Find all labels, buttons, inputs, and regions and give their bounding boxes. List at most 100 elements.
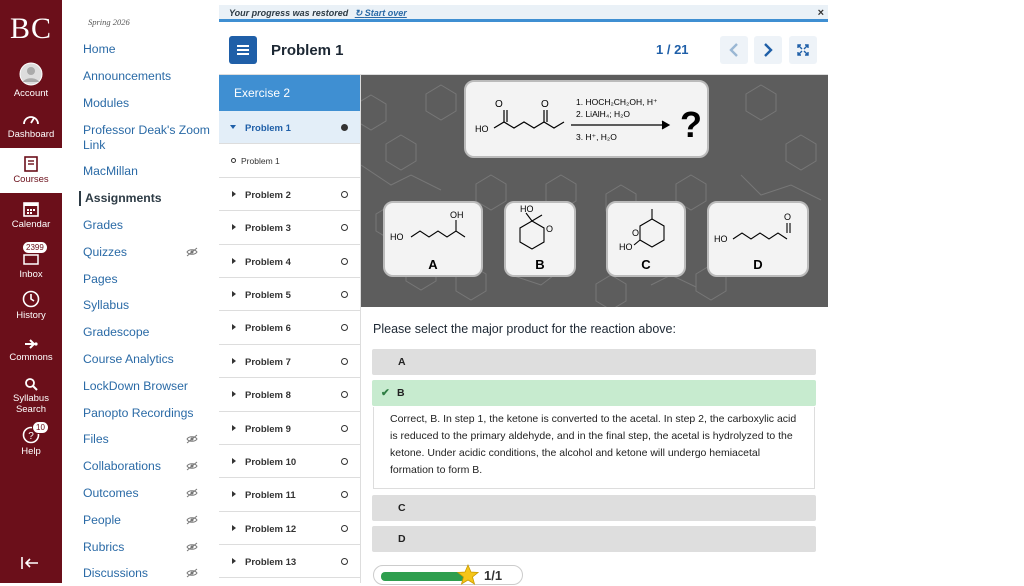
course-nav-outcomes[interactable]: Outcomes — [83, 486, 218, 501]
hidden-eye-icon — [186, 246, 198, 261]
problem-item[interactable]: Problem 3 — [219, 211, 360, 245]
hidden-eye-icon — [186, 487, 198, 502]
problem-item[interactable]: Problem 1 — [219, 111, 360, 145]
expand-triangle-icon — [232, 290, 236, 297]
choice-letter-c: C — [641, 257, 651, 272]
course-nav-pages[interactable]: Pages — [83, 272, 218, 287]
dashboard-icon — [23, 116, 39, 125]
global-nav-inbox[interactable]: 2399 Inbox — [0, 238, 62, 283]
collapse-nav-button[interactable] — [20, 556, 40, 575]
score-progress-bar — [381, 572, 465, 581]
problem-label: Problem 9 — [245, 423, 291, 435]
label-ho: HO — [520, 204, 534, 214]
global-nav-account[interactable]: Account — [0, 58, 62, 103]
next-button[interactable] — [754, 36, 782, 64]
status-circle-icon — [341, 357, 348, 365]
course-nav-modules[interactable]: Modules — [83, 96, 218, 111]
ketone-o-label: O — [541, 99, 549, 110]
course-nav-discussions[interactable]: Discussions — [83, 566, 218, 581]
answer-option-c[interactable]: C — [372, 495, 816, 521]
global-nav-history[interactable]: History — [0, 283, 62, 328]
course-nav-grades[interactable]: Grades — [83, 218, 218, 233]
chevron-right-icon — [764, 43, 773, 57]
course-nav-gradescope[interactable]: Gradescope — [83, 325, 218, 340]
global-nav-label: Help — [21, 446, 41, 457]
problem-sub-item[interactable]: Problem 1 — [219, 144, 360, 178]
status-circle-icon — [341, 391, 348, 399]
course-nav-label: LockDown Browser — [83, 379, 188, 393]
problem-item[interactable]: Problem 13 — [219, 545, 360, 579]
label-oh: OH — [450, 210, 464, 220]
choice-letter-b: B — [535, 257, 545, 272]
step3-text: 3. H⁺, H₂O — [576, 132, 617, 142]
choice-card-d: HO O D — [707, 201, 809, 277]
course-nav-label: Professor Deak's Zoom Link — [83, 123, 210, 152]
global-nav-label: Courses — [13, 174, 49, 185]
menu-button[interactable] — [229, 36, 257, 64]
answer-option-b[interactable]: ✔ B — [372, 380, 816, 406]
score-indicator: 1/1 — [373, 564, 523, 585]
global-nav-help[interactable]: 10 ? Help — [0, 419, 62, 464]
start-over-link[interactable]: ↻ Start over — [355, 8, 407, 18]
global-nav-dashboard[interactable]: Dashboard — [0, 103, 62, 148]
exercise-header[interactable]: Exercise 2 — [219, 75, 360, 111]
problem-item[interactable]: Problem 6 — [219, 311, 360, 345]
problem-label: Problem 1 — [245, 123, 291, 134]
problem-item[interactable]: Problem 5 — [219, 278, 360, 312]
course-nav-announcements[interactable]: Announcements — [83, 69, 218, 84]
course-nav-label: Panopto Recordings — [83, 406, 194, 420]
course-nav-panopto-recordings[interactable]: Panopto Recordings — [83, 406, 218, 421]
course-nav-professor-deak-s-zoom-link[interactable]: Professor Deak's Zoom Link — [83, 123, 218, 153]
courses-icon — [24, 156, 38, 172]
global-nav-syllabus-search[interactable]: Syllabus Search — [0, 373, 62, 419]
course-nav-label: Discussions — [83, 566, 149, 580]
course-nav-label: Collaborations — [83, 459, 161, 473]
problem-item[interactable]: Problem 2 — [219, 178, 360, 212]
course-nav-course-analytics[interactable]: Course Analytics — [83, 352, 218, 367]
global-nav-label: Commons — [9, 352, 53, 363]
expand-icon — [797, 44, 809, 56]
global-nav-label: Inbox — [19, 269, 43, 280]
global-nav-calendar[interactable]: Calendar — [0, 193, 62, 238]
problem-item[interactable]: Problem 7 — [219, 345, 360, 379]
problem-item[interactable]: Problem 4 — [219, 245, 360, 278]
global-nav-commons[interactable]: Commons — [0, 328, 62, 373]
course-nav-home[interactable]: Home — [83, 42, 218, 57]
global-nav-label: Account — [13, 88, 49, 99]
answer-option-a[interactable]: A — [372, 349, 816, 375]
course-nav-label: Syllabus — [83, 298, 130, 312]
problem-label: Problem 5 — [245, 289, 291, 301]
problem-item[interactable]: Problem 11 — [219, 478, 360, 512]
problem-item[interactable]: Problem 8 — [219, 378, 360, 412]
course-nav-label: Home — [83, 42, 116, 56]
global-nav-courses[interactable]: Courses — [0, 148, 62, 193]
chevron-left-icon — [729, 43, 738, 57]
course-nav-rubrics[interactable]: Rubrics — [83, 540, 218, 555]
problem-title: Problem 1 — [271, 42, 344, 59]
course-nav-quizzes[interactable]: Quizzes — [83, 245, 218, 260]
fullscreen-button[interactable] — [789, 36, 817, 64]
institution-logo[interactable]: BC — [0, 0, 62, 58]
course-nav-assignments[interactable]: Assignments — [79, 191, 214, 206]
previous-button[interactable] — [720, 36, 748, 64]
step1-text: 1. HOCH₂CH₂OH, H⁺ — [576, 97, 658, 107]
course-nav-label: Outcomes — [83, 486, 139, 500]
problem-item[interactable]: Problem 9 — [219, 412, 360, 445]
problem-label: Problem 1 — [241, 156, 280, 167]
step2-text: 2. LiAlH₄; H₂O — [576, 109, 630, 119]
global-nav-label: History — [16, 310, 46, 321]
problem-item[interactable]: Problem 12 — [219, 512, 360, 546]
close-banner-button[interactable]: × — [818, 5, 824, 21]
course-nav-syllabus[interactable]: Syllabus — [83, 298, 218, 313]
course-nav-macmillan[interactable]: MacMillan — [83, 164, 218, 179]
label-ho: HO — [619, 242, 633, 252]
status-circle-icon — [341, 224, 348, 232]
course-nav-lockdown-browser[interactable]: LockDown Browser — [83, 379, 218, 394]
course-nav-files[interactable]: Files — [83, 432, 218, 447]
label-ho: HO — [714, 234, 728, 244]
course-nav-collaborations[interactable]: Collaborations — [83, 459, 218, 474]
problem-item[interactable]: Problem 10 — [219, 445, 360, 479]
answer-option-d[interactable]: D — [372, 526, 816, 552]
course-nav-people[interactable]: People — [83, 513, 218, 528]
problem-label: Problem 13 — [245, 557, 297, 569]
